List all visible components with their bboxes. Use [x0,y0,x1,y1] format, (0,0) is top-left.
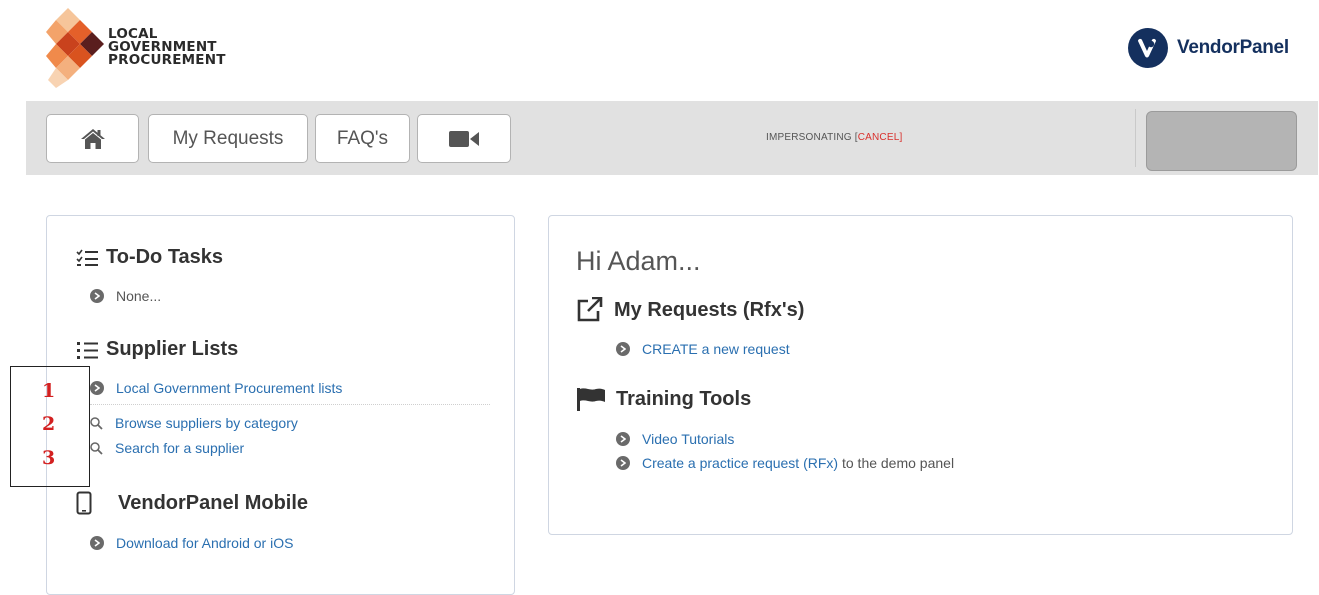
mobile-title: VendorPanel Mobile [118,491,309,514]
todo-none-text: None... [116,288,162,304]
lgp-lists-label: Local Government Procurement lists [116,380,343,396]
lgp-lists-link[interactable]: Local Government Procurement lists [90,380,342,396]
todo-tasks-title: To-Do Tasks [106,246,224,268]
rfx-link[interactable]: (RFx) [803,455,838,471]
search-icon [90,441,103,455]
greeting-text: Hi Adam... [576,246,701,276]
practice-request-item: Create a practice request (RFx) to the d… [616,455,954,471]
supplier-lists-title: Supplier Lists [106,338,239,360]
external-link-icon [577,297,603,322]
impersonating-status: IMPERSONATING [CANCEL] [766,132,902,143]
mobile-phone-icon [76,491,92,515]
impersonating-bracket: ] [899,132,903,143]
faqs-nav-button[interactable]: FAQ's [315,114,410,163]
create-request-link[interactable]: CREATE a new request [616,341,790,357]
annotation-number-3: 3 [42,447,56,469]
list-icon [77,341,98,359]
user-menu-button[interactable] [1146,111,1297,171]
search-supplier-label: Search for a supplier [115,440,245,456]
circle-chevron-right-icon [616,432,630,446]
top-nav-bar: My Requests FAQ's IMPERSONATING [CANCEL] [26,101,1318,175]
my-requests-nav-label: My Requests [172,127,284,149]
impersonating-label: IMPERSONATING [ [766,132,858,143]
home-button[interactable] [46,114,139,163]
download-mobile-label: Download for Android or iOS [116,535,294,551]
mobile-heading: VendorPanel Mobile [76,491,308,515]
circle-chevron-right-icon [90,536,104,550]
my-requests-heading: My Requests (Rfx's) [576,297,804,323]
annotation-number-2: 2 [42,413,56,435]
video-camera-icon [449,130,479,147]
vendorpanel-logo: VendorPanel [1128,28,1289,68]
video-tutorials-link[interactable]: Video Tutorials [616,431,734,447]
browse-suppliers-label: Browse suppliers by category [115,415,298,431]
training-tools-title: Training Tools [616,387,752,410]
training-tools-heading: Training Tools [576,387,751,411]
annotation-number-1: 1 [42,380,56,402]
browse-suppliers-link[interactable]: Browse suppliers by category [90,415,298,431]
my-requests-nav-button[interactable]: My Requests [148,114,308,163]
create-request-label: CREATE a new request [642,341,790,357]
lgp-logo-icon [46,8,104,88]
circle-chevron-right-icon [616,342,630,356]
circle-chevron-right-icon [90,381,104,395]
lgp-logo-text: LOCAL GOVERNMENT PROCUREMENT [108,26,226,68]
search-icon [90,416,103,430]
circle-chevron-right-icon [616,456,630,470]
circle-chevron-right-icon [90,289,104,303]
nav-divider [1135,109,1136,167]
practice-request-suffix: to the demo panel [838,455,955,471]
search-supplier-link[interactable]: Search for a supplier [90,440,244,456]
todo-none-item: None... [90,288,161,304]
checklist-icon [76,249,98,266]
flag-icon [577,388,605,411]
supplier-lists-divider [90,404,490,405]
my-requests-title: My Requests (Rfx's) [614,298,805,321]
video-button[interactable] [417,114,511,163]
vendorpanel-logo-icon [1128,28,1168,68]
home-icon [80,128,105,149]
supplier-lists-heading: Supplier Lists [76,338,238,361]
vendorpanel-logo-text: VendorPanel [1177,37,1289,58]
download-mobile-link[interactable]: Download for Android or iOS [90,535,293,551]
practice-request-link[interactable]: Create a practice request [642,455,799,471]
cancel-impersonation-link[interactable]: CANCEL [858,132,900,143]
faqs-nav-label: FAQ's [336,127,389,149]
todo-tasks-heading: To-Do Tasks [76,246,223,269]
video-tutorials-label: Video Tutorials [642,431,735,447]
